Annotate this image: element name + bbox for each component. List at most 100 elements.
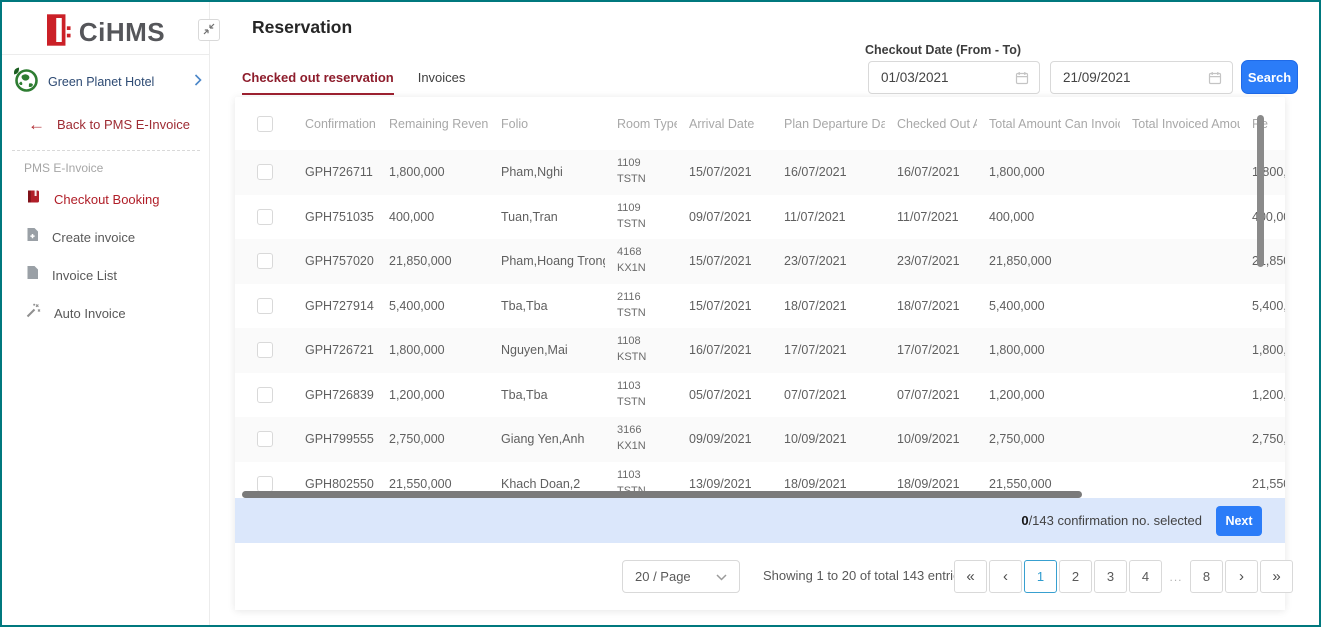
selection-summary: 0/143 confirmation no. selected: [1021, 513, 1202, 528]
checkout-date-from-input[interactable]: [869, 62, 1039, 93]
selected-count: 0: [1021, 513, 1028, 528]
row-checkbox[interactable]: [257, 164, 273, 180]
row-checkbox[interactable]: [257, 209, 273, 225]
cell-folio: Pham,Nghi: [489, 150, 605, 195]
cell-total-amount-can-invoice: 5,400,000: [977, 284, 1120, 329]
row-checkbox[interactable]: [257, 253, 273, 269]
selection-bar: 0/143 confirmation no. selected Next: [235, 498, 1285, 543]
last-page-button[interactable]: »: [1260, 560, 1293, 593]
room-type-code: KX1N: [617, 439, 677, 455]
cihms-logo: CiHMS: [2, 12, 210, 52]
horizontal-scrollbar-thumb[interactable]: [242, 491, 1082, 498]
row-select-cell: [235, 284, 293, 329]
sidebar-divider: [2, 54, 210, 55]
cell-plan-departure-date: 23/07/2021: [772, 239, 885, 284]
first-page-button[interactable]: «: [954, 560, 987, 593]
chevron-down-icon: [716, 569, 727, 584]
cell-plan-departure-date: 10/09/2021: [772, 417, 885, 462]
page-button-1[interactable]: 1: [1024, 560, 1057, 593]
cell-remaining: 1,200,000: [1240, 373, 1285, 418]
row-checkbox[interactable]: [257, 431, 273, 447]
room-type-code: KX1N: [617, 261, 677, 277]
next-page-button[interactable]: ›: [1225, 560, 1258, 593]
page-size-select[interactable]: 20 / Page: [622, 560, 740, 593]
cell-plan-departure-date: 07/07/2021: [772, 373, 885, 418]
magic-wand-icon: [26, 303, 41, 323]
room-number: 1109: [617, 156, 677, 172]
checkout-date-to-input[interactable]: [1051, 62, 1232, 93]
page-title: Reservation: [252, 17, 352, 38]
col-folio: Folio: [489, 97, 605, 150]
cell-plan-departure-date: 17/07/2021: [772, 328, 885, 373]
cell-total-amount-can-invoice: 21,850,000: [977, 239, 1120, 284]
page-button-3[interactable]: 3: [1094, 560, 1127, 593]
cell-remaining-revenue: 1,200,000: [377, 373, 489, 418]
page-button-2[interactable]: 2: [1059, 560, 1092, 593]
cell-room-type: 2116TSTN: [605, 284, 677, 329]
prev-page-button[interactable]: ‹: [989, 560, 1022, 593]
vertical-scrollbar-thumb[interactable]: [1257, 115, 1264, 267]
tab-bar: Checked out reservation Invoices: [242, 70, 465, 95]
app-window: CiHMS Green Planet Hotel: [0, 0, 1321, 627]
collapse-arrows-icon: [203, 23, 215, 38]
cell-total-invoiced-amount: [1120, 239, 1240, 284]
next-button[interactable]: Next: [1216, 506, 1262, 536]
cell-total-amount-can-invoice: 1,800,000: [977, 328, 1120, 373]
ellipsis-pages-button[interactable]: ...: [1164, 560, 1188, 593]
cell-arrival-date: 16/07/2021: [677, 328, 772, 373]
row-checkbox[interactable]: [257, 476, 273, 492]
search-button[interactable]: Search: [1241, 60, 1298, 94]
pagination-row: 20 / Page Showing 1 to 20 of total 143 e…: [235, 543, 1285, 610]
cell-total-invoiced-amount: [1120, 417, 1240, 462]
cell-folio: Tuan,Tran: [489, 195, 605, 240]
room-type-code: KSTN: [617, 350, 677, 366]
cell-confirmation: GPH799555: [293, 417, 377, 462]
cell-remaining: 2,750,000: [1240, 417, 1285, 462]
cell-plan-departure-date: 18/07/2021: [772, 284, 885, 329]
sidebar-item-checkout-booking[interactable]: Checkout Booking: [2, 182, 210, 216]
checkout-date-from-field: [868, 61, 1040, 94]
sidebar-item-create-invoice[interactable]: Create invoice: [2, 220, 210, 254]
cell-remaining: 1,800,000: [1240, 328, 1285, 373]
sidebar-item-invoice-list[interactable]: Invoice List: [2, 258, 210, 292]
tab-invoices[interactable]: Invoices: [418, 70, 466, 95]
table-row: GPH757020 21,850,000 Pham,Hoang Trong 41…: [235, 239, 1285, 284]
row-checkbox[interactable]: [257, 342, 273, 358]
page-button-8[interactable]: 8: [1190, 560, 1223, 593]
cell-room-type: 4168KX1N: [605, 239, 677, 284]
cell-total-amount-can-invoice: 400,000: [977, 195, 1120, 240]
cell-confirmation: GPH726839: [293, 373, 377, 418]
hotel-selector[interactable]: Green Planet Hotel: [12, 62, 202, 102]
row-checkbox[interactable]: [257, 387, 273, 403]
col-checked-out-at: Checked Out At: [885, 97, 977, 150]
reservation-table-card: Confirmation Remaining Revenue Folio Roo…: [235, 97, 1285, 610]
calendar-icon[interactable]: [1208, 71, 1222, 90]
sidebar: CiHMS Green Planet Hotel: [2, 2, 210, 625]
table-scroll-area: Confirmation Remaining Revenue Folio Roo…: [235, 97, 1285, 498]
cell-checked-out-at: 07/07/2021: [885, 373, 977, 418]
door-logo-icon: [47, 14, 71, 51]
page-size-value: 20 / Page: [635, 569, 691, 584]
col-arrival-date: Arrival Date: [677, 97, 772, 150]
calendar-icon[interactable]: [1015, 71, 1029, 90]
cell-remaining-revenue: 21,850,000: [377, 239, 489, 284]
table-row: GPH727914 5,400,000 Tba,Tba 2116TSTN 15/…: [235, 284, 1285, 329]
tab-checked-out-reservation[interactable]: Checked out reservation: [242, 70, 394, 95]
room-number: 1109: [617, 201, 677, 217]
sidebar-collapse-button[interactable]: [198, 19, 220, 41]
cell-folio: Tba,Tba: [489, 373, 605, 418]
cell-remaining-revenue: 5,400,000: [377, 284, 489, 329]
table-row: GPH799555 2,750,000 Giang Yen,Anh 3166KX…: [235, 417, 1285, 462]
col-confirmation: Confirmation: [293, 97, 377, 150]
cell-total-amount-can-invoice: 1,200,000: [977, 373, 1120, 418]
sidebar-menu: Checkout Booking Create invoice Invoi: [2, 182, 210, 334]
sidebar-item-auto-invoice[interactable]: Auto Invoice: [2, 296, 210, 330]
table-row: GPH726839 1,200,000 Tba,Tba 1103TSTN 05/…: [235, 373, 1285, 418]
back-to-pms-link[interactable]: ← Back to PMS E-Invoice: [28, 116, 190, 133]
row-select-cell: [235, 239, 293, 284]
select-all-checkbox[interactable]: [257, 116, 273, 132]
row-checkbox[interactable]: [257, 298, 273, 314]
cell-arrival-date: 15/07/2021: [677, 150, 772, 195]
file-plus-icon: [26, 227, 39, 247]
page-button-4[interactable]: 4: [1129, 560, 1162, 593]
